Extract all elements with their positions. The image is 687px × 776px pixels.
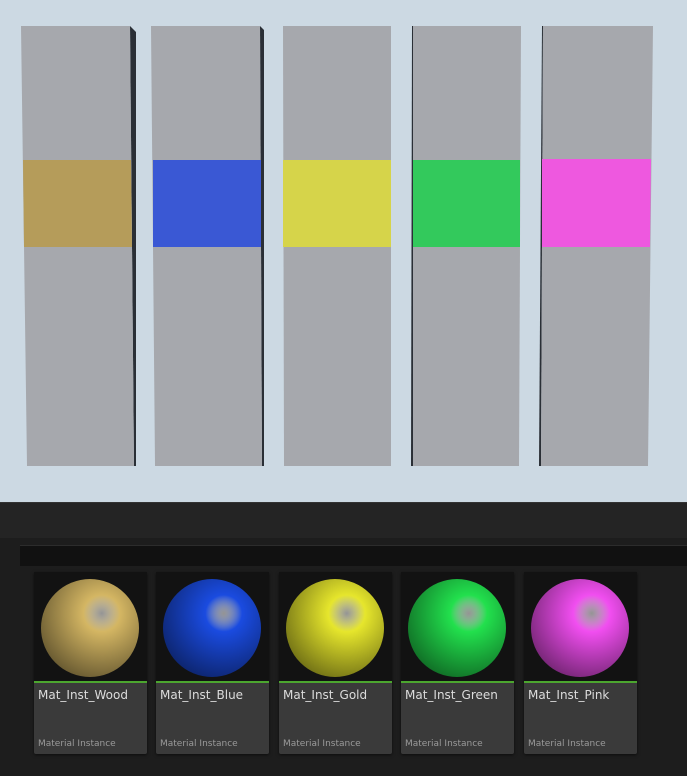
material-sphere-icon — [531, 579, 629, 677]
asset-name: Mat_Inst_Pink — [528, 688, 610, 702]
pillar-gold[interactable] — [283, 26, 391, 466]
asset-name: Mat_Inst_Gold — [283, 688, 368, 702]
viewport-scene — [21, 26, 653, 466]
asset-thumbnail — [279, 572, 392, 683]
asset-tile[interactable]: Mat_Inst_Gold Material Instance — [279, 572, 392, 754]
asset-type: Material Instance — [283, 739, 361, 749]
content-path-bar[interactable] — [20, 545, 687, 566]
asset-thumbnail — [34, 572, 147, 683]
pillar-green[interactable] — [411, 26, 521, 466]
pillar-band — [153, 160, 261, 247]
asset-type: Material Instance — [160, 739, 238, 749]
material-sphere-icon — [163, 579, 261, 677]
pillar-band — [542, 159, 651, 247]
pillar-band — [413, 160, 520, 247]
asset-type-accent — [279, 681, 392, 683]
asset-name: Mat_Inst_Green — [405, 688, 498, 702]
material-sphere-icon — [286, 579, 384, 677]
asset-tile[interactable]: Mat_Inst_Pink Material Instance — [524, 572, 637, 754]
material-sphere-icon — [41, 579, 139, 677]
pillar-blue[interactable] — [151, 26, 264, 466]
level-viewport[interactable] — [0, 0, 687, 502]
asset-tile[interactable]: Mat_Inst_Blue Material Instance — [156, 572, 269, 754]
asset-tile[interactable]: Mat_Inst_Green Material Instance — [401, 572, 514, 754]
pillar-pink[interactable] — [539, 26, 653, 466]
asset-thumbnail — [156, 572, 269, 683]
asset-thumbnail — [524, 572, 637, 683]
asset-type: Material Instance — [38, 739, 116, 749]
content-browser-toolbar — [0, 502, 687, 539]
asset-type-accent — [156, 681, 269, 683]
pillar-band — [283, 160, 391, 247]
asset-thumbnail — [401, 572, 514, 683]
asset-name: Mat_Inst_Wood — [38, 688, 128, 702]
asset-type-accent — [34, 681, 147, 683]
asset-type-accent — [401, 681, 514, 683]
pillar-band — [23, 160, 132, 247]
material-sphere-icon — [408, 579, 506, 677]
asset-type-accent — [524, 681, 637, 683]
asset-tile[interactable]: Mat_Inst_Wood Material Instance — [34, 572, 147, 754]
asset-name: Mat_Inst_Blue — [160, 688, 244, 702]
pillar-wood[interactable] — [21, 26, 136, 466]
asset-type: Material Instance — [528, 739, 606, 749]
asset-type: Material Instance — [405, 739, 483, 749]
